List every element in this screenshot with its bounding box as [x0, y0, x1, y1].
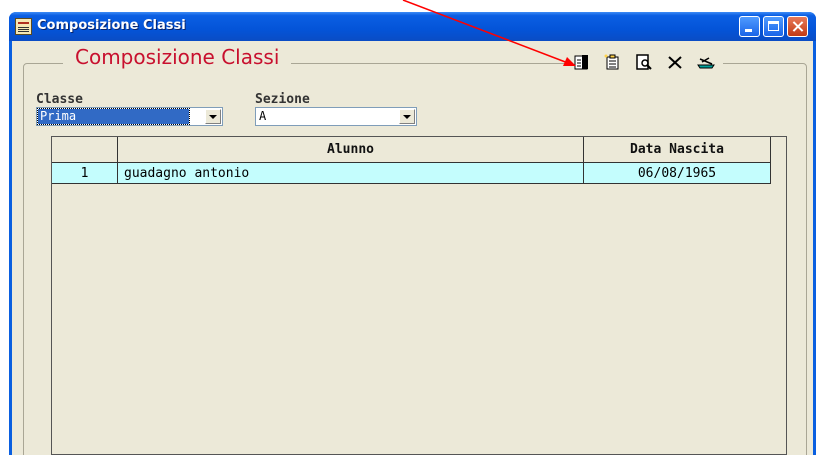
header-alunno[interactable]: Alunno: [118, 137, 584, 163]
classe-label: Classe: [36, 92, 83, 107]
delete-icon[interactable]: [664, 51, 686, 73]
classe-value: Prima: [37, 108, 190, 125]
minimize-button[interactable]: [739, 16, 760, 37]
app-icon[interactable]: [15, 18, 32, 35]
sezione-value: A: [259, 109, 267, 123]
sezione-dropdown-button[interactable]: [399, 109, 415, 124]
maximize-button[interactable]: [763, 16, 784, 37]
classe-select[interactable]: Prima: [36, 107, 223, 126]
close-button[interactable]: [787, 16, 808, 37]
cell-row-number[interactable]: 1: [52, 163, 118, 184]
classe-dropdown-button[interactable]: [205, 109, 221, 124]
print-preview-icon[interactable]: [633, 51, 655, 73]
sezione-select[interactable]: A: [255, 107, 417, 126]
header-data-nascita[interactable]: Data Nascita: [584, 137, 771, 163]
cell-data-nascita[interactable]: 06/08/1965: [584, 163, 771, 184]
grid-header: Alunno Data Nascita: [52, 137, 771, 163]
table-row[interactable]: 1 guadagno antonio 06/08/1965: [52, 163, 771, 184]
app-window: Composizione Classi Composizione Classi: [9, 12, 816, 455]
new-record-icon[interactable]: [571, 51, 593, 73]
cell-alunno[interactable]: guadagno antonio: [118, 163, 584, 184]
paste-icon[interactable]: [602, 51, 624, 73]
window-title: Composizione Classi: [37, 18, 186, 33]
toolbar: [565, 50, 723, 74]
sezione-label: Sezione: [255, 92, 310, 107]
exit-icon[interactable]: [695, 51, 717, 73]
form-client-area: Composizione Classi Classe Prima Sezione…: [12, 41, 813, 455]
students-grid[interactable]: Alunno Data Nascita 1 guadagno antonio 0…: [51, 136, 787, 455]
header-row-number[interactable]: [52, 137, 118, 163]
group-title: Composizione Classi: [63, 45, 292, 69]
title-bar[interactable]: Composizione Classi: [9, 12, 816, 41]
